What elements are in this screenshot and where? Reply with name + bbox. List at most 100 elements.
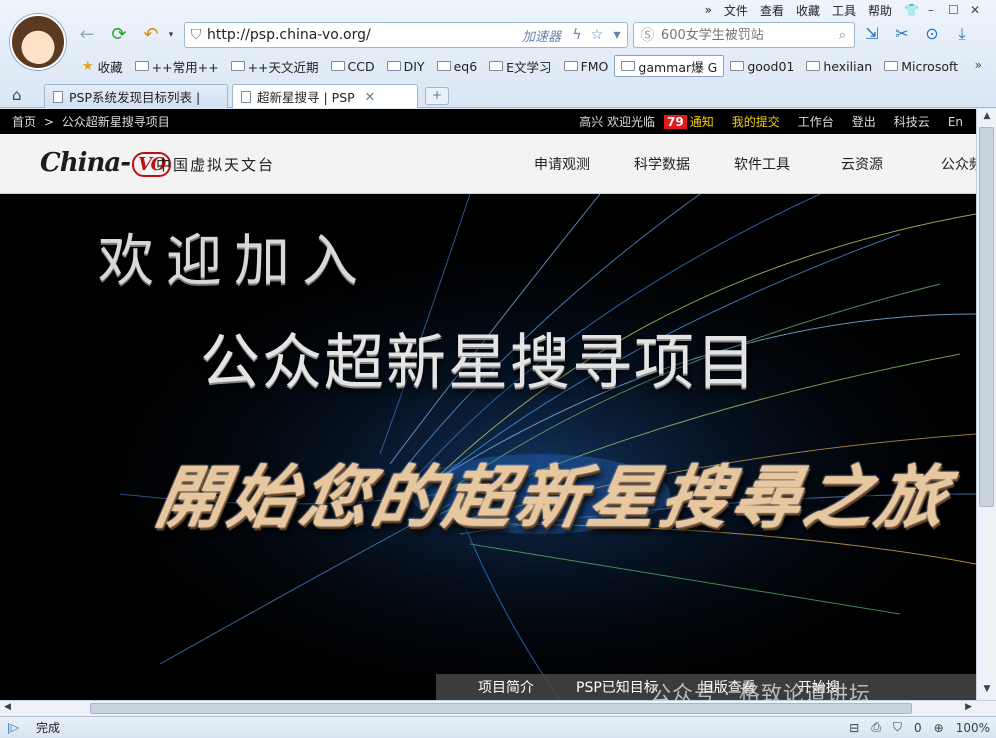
menu-view[interactable]: 查看	[754, 2, 790, 19]
undo-dropdown-icon[interactable]: ▾	[160, 24, 182, 46]
menu-favorites[interactable]: 收藏	[790, 2, 826, 19]
nav-science-data[interactable]: 科学数据	[612, 154, 712, 174]
menu-file[interactable]: 文件	[718, 2, 754, 19]
folder-icon	[884, 61, 899, 71]
search-input[interactable]	[660, 27, 831, 43]
page-icon	[241, 90, 251, 103]
folder-icon	[806, 61, 821, 71]
folder-icon	[730, 61, 745, 71]
folder-icon	[330, 61, 345, 71]
breadcrumb-home[interactable]: 首页	[12, 115, 36, 129]
subnav-intro[interactable]: 项目简介	[436, 677, 534, 697]
horizontal-scroll-thumb[interactable]	[90, 703, 912, 714]
address-dropdown-icon[interactable]: ▾	[607, 27, 627, 43]
login-icon[interactable]: ⇲	[860, 24, 884, 44]
search-box[interactable]: Ⓢ ⌕	[633, 22, 855, 48]
tab-supernova[interactable]: 超新星搜寻 | PSP ✕	[232, 84, 418, 108]
workbench-link[interactable]: 工作台	[789, 113, 843, 130]
status-bar: |▷ 完成 ⊟ ⎙ ⛉ 0 ⊕ 100%	[0, 716, 996, 738]
horizontal-scrollbar[interactable]: ◀ ▶	[0, 700, 996, 716]
bookmark-folder[interactable]: CCD	[325, 55, 381, 77]
logout-link[interactable]: 登出	[843, 113, 885, 130]
refresh-icon[interactable]: ⟳	[108, 24, 130, 46]
more-tools-icon[interactable]: ⊙	[920, 24, 944, 44]
tab-close-icon[interactable]: ✕	[365, 89, 375, 104]
undo-icon[interactable]: ↶	[140, 24, 162, 46]
vertical-scrollbar[interactable]: ▲ ▼	[976, 109, 996, 700]
nav-software-tools[interactable]: 软件工具	[712, 154, 812, 174]
zoom-level[interactable]: 100%	[956, 721, 990, 735]
skin-icon[interactable]: 👕	[898, 3, 920, 17]
tab-strip: ⌂ PSP系统发现目标列表 | 超新星搜寻 | PSP ✕ +	[0, 82, 996, 108]
printer-icon[interactable]: ⎙	[871, 720, 881, 735]
zoom-icon[interactable]: ⊕	[934, 721, 944, 735]
bookmark-folder[interactable]: FMO	[558, 55, 615, 77]
bookmark-folder[interactable]: E文学习	[483, 55, 557, 77]
hero-banner: 欢迎加入 公众超新星搜寻项目 開始您的超新星搜尋之旅	[0, 194, 976, 700]
browser-chrome: » 文件 查看 收藏 工具 帮助 👕 – ☐ ✕ ← ⟳ ↶ ▾ ⛉ http:…	[0, 0, 996, 108]
kejiyun-link[interactable]: 科技云	[885, 113, 939, 130]
shield-status-icon[interactable]: ⛉	[893, 720, 902, 735]
notice-count-badge[interactable]: 79	[664, 114, 687, 129]
download-icon[interactable]: ⤓	[950, 24, 974, 44]
new-tab-button[interactable]: +	[425, 87, 449, 105]
status-counter: 0	[913, 720, 922, 735]
site-nav: 申请观测 科学数据 软件工具 云资源 公众频	[512, 134, 976, 194]
bookmark-folder[interactable]: ++天文近期	[225, 55, 325, 77]
address-bar[interactable]: ⛉ http://psp.china-vo.org/ 加速器 ϟ ☆ ▾	[184, 22, 628, 48]
bookmark-folder[interactable]: eq6	[431, 55, 484, 77]
vertical-scroll-thumb[interactable]	[979, 127, 994, 507]
home-icon[interactable]: ⌂	[12, 86, 22, 104]
site-header: China-VO 中国虚拟天文台 申请观测 科学数据 软件工具 云资源 公众频	[0, 134, 976, 194]
search-icon[interactable]: ⌕	[831, 28, 854, 43]
banner-project-title: 公众超新星搜寻项目	[200, 328, 758, 398]
close-icon[interactable]: ✕	[964, 3, 986, 17]
breadcrumb-sep: >	[43, 115, 54, 129]
menu-help[interactable]: 帮助	[862, 2, 898, 19]
user-avatar[interactable]	[10, 14, 66, 70]
scissors-icon[interactable]: ✂	[890, 24, 914, 44]
scroll-right-icon[interactable]: ▶	[965, 702, 972, 712]
bookmark-favorites[interactable]: ★ 收藏	[76, 55, 129, 77]
user-links: 高兴 欢迎光临 79 通知 我的提交 工作台 登出 科技云 En	[570, 109, 972, 134]
folder-icon	[436, 61, 451, 71]
bookmark-folder[interactable]: ++常用++	[129, 55, 225, 77]
accelerator-label[interactable]: 加速器	[522, 26, 561, 45]
menu-more-icon[interactable]: »	[699, 3, 718, 17]
bookmark-folder[interactable]: DIY	[381, 55, 431, 77]
nav-apply-observation[interactable]: 申请观测	[512, 154, 612, 174]
sidebar-toggle-icon[interactable]: |▷	[0, 721, 26, 734]
lightning-icon[interactable]: ϟ	[567, 27, 587, 43]
welcome-text: 高兴 欢迎光临	[579, 115, 656, 129]
page-icon	[53, 90, 63, 103]
bookmarks-more-icon[interactable]: »	[975, 58, 982, 72]
menu-tools[interactable]: 工具	[826, 2, 862, 19]
back-icon[interactable]: ←	[76, 24, 98, 46]
status-right: ⊟ ⎙ ⛉ 0 ⊕ 100%	[849, 720, 990, 735]
scroll-up-icon[interactable]: ▲	[980, 111, 994, 125]
window-icon[interactable]: ⊟	[849, 721, 859, 735]
tab-psp-list[interactable]: PSP系统发现目标列表 |	[44, 84, 228, 108]
scroll-left-icon[interactable]: ◀	[4, 702, 11, 712]
banner-welcome: 欢迎加入	[98, 229, 370, 294]
bookmark-folder[interactable]: good01	[724, 55, 800, 77]
maximize-icon[interactable]: ☐	[942, 3, 964, 17]
search-engine-icon[interactable]: Ⓢ	[634, 25, 661, 45]
breadcrumb-current: 公众超新星搜寻项目	[61, 115, 170, 129]
lang-link[interactable]: En	[939, 115, 972, 129]
notice-link[interactable]: 通知	[690, 113, 723, 130]
bookmark-folder[interactable]: hexilian	[800, 55, 878, 77]
scroll-down-icon[interactable]: ▼	[980, 684, 994, 698]
star-icon[interactable]: ☆	[587, 27, 607, 43]
folder-icon	[230, 61, 245, 71]
china-vo-logo[interactable]: China- VO	[40, 148, 172, 178]
bookmark-folder-active[interactable]: gammar爆 G	[614, 55, 725, 77]
minimize-icon[interactable]: –	[920, 3, 942, 17]
nav-public-channel[interactable]: 公众频	[912, 154, 976, 174]
banner-journey-slogan: 開始您的超新星搜尋之旅	[149, 459, 956, 538]
my-submissions-link[interactable]: 我的提交	[723, 113, 789, 130]
nav-cloud-resources[interactable]: 云资源	[812, 154, 912, 174]
bookmark-folder[interactable]: Microsoft	[878, 55, 964, 77]
subnav-known-targets[interactable]: PSP已知目标	[534, 677, 658, 697]
address-url[interactable]: http://psp.china-vo.org/	[207, 27, 522, 43]
